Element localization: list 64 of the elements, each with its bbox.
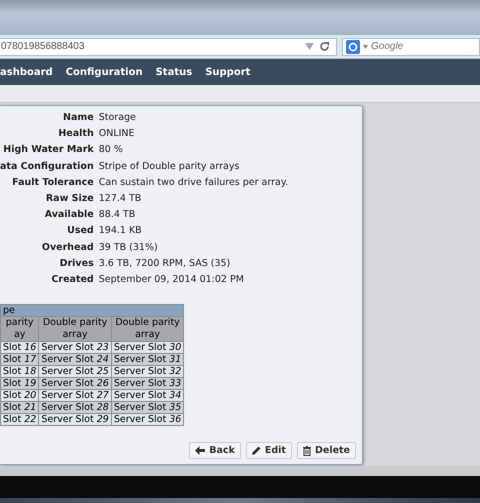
field-label: Fault Tolerance bbox=[11, 176, 94, 190]
trash-icon bbox=[302, 446, 311, 456]
table-cell: Server Slot 23 bbox=[38, 342, 112, 354]
address-bar[interactable]: 078019856888403 bbox=[0, 38, 337, 56]
field-label: Health bbox=[57, 127, 94, 142]
table-cell: Server Slot 32 bbox=[111, 366, 184, 378]
caret-icon[interactable] bbox=[363, 44, 368, 48]
field-value: Can sustain two drive failures per array. bbox=[98, 176, 290, 190]
column-header: parity ay bbox=[0, 316, 39, 342]
table-cell: Server Slot 30 bbox=[111, 342, 184, 354]
field-value: Stripe of Double parity arrays bbox=[98, 160, 240, 174]
field-value: 127.4 TB bbox=[98, 192, 142, 206]
field-label: Raw Size bbox=[44, 192, 94, 206]
field-label: Name bbox=[62, 111, 94, 125]
field-value: 39 TB (31%) bbox=[98, 240, 159, 255]
edit-button[interactable]: Edit bbox=[246, 442, 292, 459]
search-field[interactable]: Google bbox=[342, 38, 480, 56]
nav-link[interactable]: ashboard bbox=[0, 66, 53, 78]
table-cell: Server Slot 24 bbox=[38, 354, 112, 366]
table-cell: Server Slot 35 bbox=[111, 402, 184, 414]
field-label: Overhead bbox=[40, 240, 94, 255]
table-cell: Server Slot 29 bbox=[38, 414, 112, 426]
field-value: 80 % bbox=[98, 143, 124, 158]
field-label: Drives bbox=[58, 256, 94, 271]
table-cell: Server Slot 26 bbox=[38, 378, 112, 390]
table-cell: Slot 17 bbox=[0, 354, 39, 366]
nav-link[interactable]: Support bbox=[205, 66, 250, 78]
field-value: 3.6 TB, 7200 RPM, SAS (35) bbox=[98, 256, 232, 271]
pencil-icon bbox=[252, 446, 261, 455]
field-label: Available bbox=[44, 208, 94, 222]
nav-link[interactable]: Status bbox=[156, 66, 192, 78]
table-cell: Slot 19 bbox=[0, 378, 39, 390]
column-header: Double parity array bbox=[111, 316, 184, 342]
field-value: Storage bbox=[98, 111, 137, 125]
delete-button[interactable]: Delete bbox=[296, 442, 356, 459]
table-cell: Server Slot 36 bbox=[111, 414, 184, 426]
back-button[interactable]: Back bbox=[189, 442, 241, 459]
table-cell: Server Slot 34 bbox=[111, 390, 184, 402]
table-cell: Server Slot 25 bbox=[38, 366, 112, 378]
table-cell: Slot 22 bbox=[0, 414, 39, 426]
field-label: High Water Mark bbox=[2, 143, 94, 158]
field-value: 194.1 KB bbox=[98, 224, 143, 238]
table-cell: Server Slot 27 bbox=[38, 390, 112, 402]
field-label: Created bbox=[50, 273, 94, 288]
field-value: 88.4 TB bbox=[98, 208, 136, 222]
table-cell: Server Slot 28 bbox=[38, 402, 112, 414]
field-label: Used bbox=[66, 224, 94, 238]
nav-link[interactable]: Configuration bbox=[66, 66, 143, 78]
table-cell: Slot 21 bbox=[0, 402, 39, 414]
arrow-left-icon bbox=[195, 446, 206, 455]
field-label: ata Configuration bbox=[0, 160, 94, 174]
table-cell: Slot 20 bbox=[0, 390, 39, 402]
reload-icon[interactable] bbox=[319, 41, 330, 52]
field-value: ONLINE bbox=[98, 127, 136, 142]
table-cell: Server Slot 33 bbox=[111, 378, 184, 390]
table-cell: Server Slot 31 bbox=[111, 354, 184, 366]
search-engine-icon[interactable] bbox=[346, 40, 360, 54]
search-input[interactable]: Google bbox=[371, 41, 471, 52]
table-cell: Slot 18 bbox=[0, 366, 39, 378]
dropdown-icon[interactable] bbox=[305, 43, 314, 50]
column-header: Double parity array bbox=[38, 316, 112, 342]
table-title: pe bbox=[0, 304, 184, 317]
table-cell: Slot 16 bbox=[0, 342, 39, 354]
field-value: September 09, 2014 01:02 PM bbox=[98, 273, 245, 288]
